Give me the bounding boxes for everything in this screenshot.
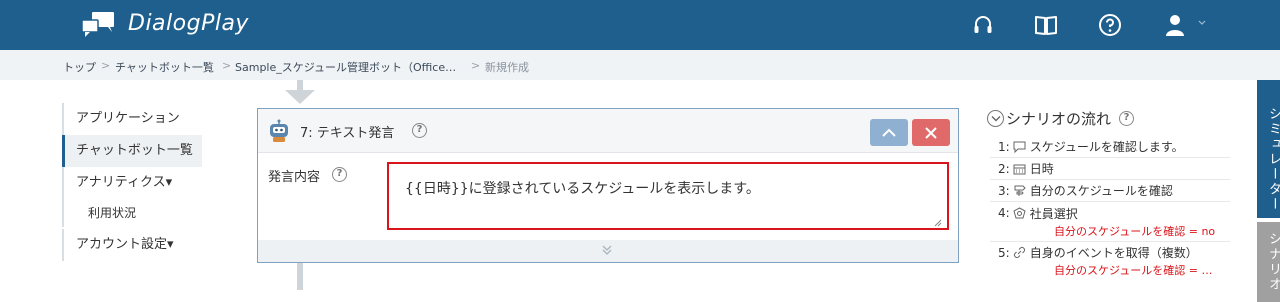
headset-icon[interactable]	[970, 12, 996, 38]
scenario-item-label: 社員選択	[1029, 206, 1078, 221]
scenario-condition: 自分のスケジュールを確認 = no	[1054, 225, 1216, 238]
scenario-item[interactable]: 2: 日時	[990, 158, 1230, 180]
left-nav: アプリケーション チャットボット一覧 アナリティクス▾ 利用状況 アカウント設定…	[62, 103, 202, 261]
badge-icon	[1013, 206, 1027, 220]
chevron-up-icon	[882, 128, 896, 137]
scenario-item-label: 日時	[1029, 162, 1054, 176]
scenario-item-label: スケジュールを確認します。	[1029, 140, 1184, 154]
breadcrumb-link-chatbot-list[interactable]: チャットボット一覧	[115, 59, 214, 75]
breadcrumb-link-top[interactable]: トップ	[63, 59, 96, 75]
utterance-textarea[interactable]: {{日時}}に登録されているスケジュールを表示します。	[387, 162, 949, 230]
help-circle-icon[interactable]	[1097, 12, 1123, 38]
nav-item-analytics[interactable]: アナリティクス▾	[62, 167, 202, 199]
card-footer[interactable]	[258, 240, 958, 262]
help-icon[interactable]: ?	[1119, 111, 1135, 126]
nav-item-chatbot-list[interactable]: チャットボット一覧	[62, 135, 202, 167]
breadcrumb-link-bot[interactable]: Sample_スケジュール管理ボット（Office…	[235, 59, 456, 75]
scenario-item-label: 自分のスケジュールを確認	[1029, 184, 1173, 198]
link-icon	[1013, 246, 1027, 260]
tab-scenario[interactable]: シナリオ	[1257, 222, 1280, 302]
app-header: DialogPlay	[0, 0, 1280, 50]
scenario-item-label: 自身のイベントを取得（複数）	[1029, 246, 1198, 260]
card-title: 7: テキスト発言	[300, 126, 395, 141]
close-icon	[925, 126, 937, 139]
tab-simulator[interactable]: シミュレーター	[1257, 80, 1280, 218]
breadcrumb-separator: >	[101, 59, 111, 72]
scenario-item-number: 4:	[998, 206, 1010, 220]
scenario-item[interactable]: 3: 自分のスケジュールを確認	[990, 180, 1230, 202]
nav-item-account-settings[interactable]: アカウント設定▾	[62, 229, 202, 261]
book-icon[interactable]	[1033, 12, 1059, 38]
breadcrumb: トップ > チャットボット一覧 > Sample_スケジュール管理ボット（Off…	[0, 50, 1280, 80]
card-header: 7: テキスト発言 ?	[258, 109, 958, 153]
flow-connector	[297, 263, 303, 290]
flow-connector	[297, 80, 303, 90]
app-logo[interactable]	[80, 10, 116, 40]
nav-item-application[interactable]: アプリケーション	[62, 103, 202, 135]
collapse-up-button[interactable]	[870, 119, 908, 146]
speech-bubble-icon	[1013, 140, 1027, 154]
delete-button[interactable]	[912, 119, 950, 146]
scenario-item-number: 3:	[998, 183, 1010, 198]
breadcrumb-separator: >	[222, 59, 232, 72]
scenario-item[interactable]: 5: 自身のイベントを取得（複数）	[990, 241, 1230, 263]
scenario-list: 1: スケジュールを確認します。 2: 日時 3: 自分のスケジュールを確認 4…	[990, 136, 1230, 280]
scenario-condition: 自分のスケジュールを確認 = …	[1054, 264, 1213, 277]
scenario-flow-title[interactable]: シナリオの流れ ?	[987, 108, 1135, 129]
help-icon[interactable]: ?	[412, 123, 427, 138]
chevron-down-icon[interactable]	[1198, 20, 1206, 26]
scenario-item-number: 2:	[998, 161, 1010, 176]
scenario-item[interactable]: 4: 社員選択	[990, 202, 1230, 224]
calendar-icon	[1013, 162, 1027, 176]
double-chevron-down-icon	[602, 245, 612, 255]
app-title: DialogPlay	[128, 11, 249, 36]
field-label: 発言内容	[268, 170, 321, 185]
flow-arrow-icon	[285, 90, 315, 104]
scenario-flow-label: シナリオの流れ	[1006, 110, 1112, 128]
robot-icon	[270, 119, 288, 142]
scenario-item-number: 5:	[998, 245, 1010, 260]
text-utterance-card: 7: テキスト発言 ? 発言内容 ? {{日時}}に登録されているスケジュールを…	[257, 108, 959, 263]
scenario-item[interactable]: 1: スケジュールを確認します。	[990, 136, 1230, 158]
user-icon[interactable]	[1162, 12, 1188, 38]
chat-bubbles-icon	[81, 12, 114, 37]
chevron-down-icon[interactable]	[987, 110, 1004, 127]
signpost-icon	[1013, 184, 1027, 198]
nav-item-usage[interactable]: 利用状況	[62, 199, 202, 227]
scenario-item-number: 1:	[998, 139, 1010, 154]
help-icon[interactable]: ?	[332, 167, 347, 182]
resize-grip-icon[interactable]	[934, 219, 942, 227]
breadcrumb-separator: >	[471, 59, 481, 72]
breadcrumb-current: 新規作成	[485, 61, 529, 74]
